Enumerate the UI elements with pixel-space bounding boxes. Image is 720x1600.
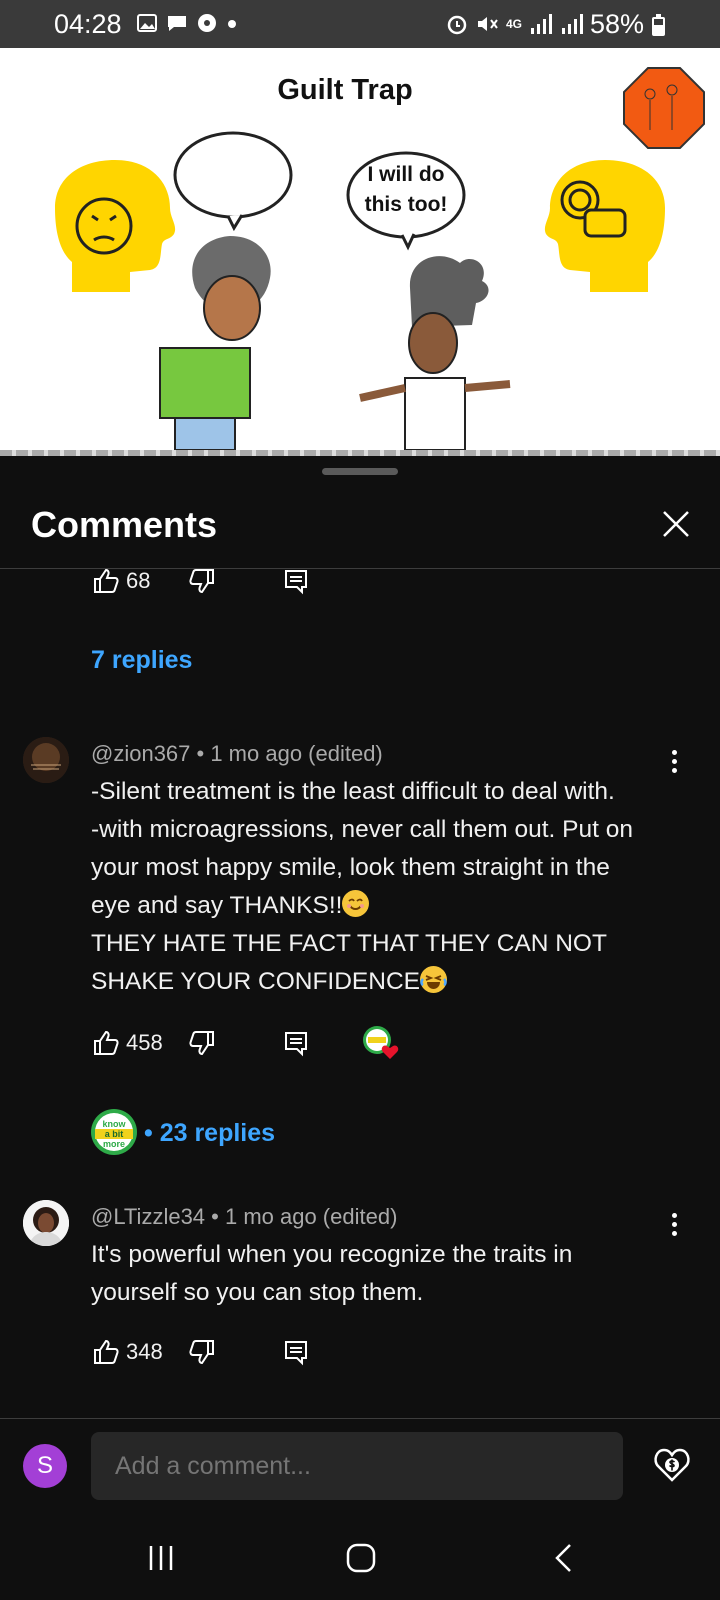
drag-handle[interactable] xyxy=(322,468,398,475)
dislike-button[interactable] xyxy=(188,1029,282,1057)
comment-actions: 68 xyxy=(92,565,362,597)
reply-icon xyxy=(285,1341,307,1366)
comment-text: It's powerful when you recognize the tra… xyxy=(91,1236,681,1312)
creator-heart-icon xyxy=(363,1026,399,1059)
comments-title: Comments xyxy=(31,504,218,545)
bubble-line-1: I will do xyxy=(367,163,445,186)
dislike-button[interactable] xyxy=(188,1338,282,1366)
reply-button[interactable] xyxy=(282,1029,362,1057)
dislike-button[interactable] xyxy=(188,567,282,595)
recent-apps-icon[interactable] xyxy=(146,1543,176,1573)
avatar-image xyxy=(23,1200,69,1246)
home-icon[interactable] xyxy=(345,1542,377,1574)
notification-icons xyxy=(136,12,238,34)
battery-icon xyxy=(652,14,665,36)
status-time: 04:28 xyxy=(54,9,122,39)
creator-avatar-logo: know a bit more xyxy=(95,1113,133,1151)
comment-text: -Silent treatment is the least difficult… xyxy=(91,773,681,1001)
bubble-line-2: this too! xyxy=(364,193,448,216)
like-count: 348 xyxy=(126,1339,163,1364)
woman-figure xyxy=(359,256,511,450)
thumbs-up-icon xyxy=(94,1030,119,1055)
battery-percent: 58% xyxy=(590,9,645,39)
dot-icon xyxy=(228,20,236,28)
avatar-image xyxy=(23,737,69,783)
smiling-emoji-icon xyxy=(342,890,370,917)
signal-icon-2 xyxy=(562,14,584,34)
thumbs-up-icon xyxy=(94,1339,119,1364)
gallery-icon xyxy=(137,14,157,32)
status-bar: 04:28 4G 58% xyxy=(0,0,720,48)
comment-meta: @zion367 • 1 mo ago (edited) xyxy=(91,741,383,766)
comment-actions: 348 xyxy=(92,1336,362,1368)
like-count: 68 xyxy=(126,568,151,593)
button-press-head-icon xyxy=(544,160,665,292)
alarm-icon xyxy=(447,15,467,35)
more-options-icon[interactable] xyxy=(666,748,682,776)
comment-meta: @LTizzle34 • 1 mo ago (edited) xyxy=(91,1204,398,1229)
reply-button[interactable] xyxy=(282,1338,362,1366)
comment-line: eye and say THANKS!! xyxy=(91,892,343,919)
badge-text: a bit xyxy=(95,1129,133,1139)
add-comment-divider xyxy=(0,1418,720,1419)
reply-icon xyxy=(285,570,307,595)
close-icon[interactable] xyxy=(656,504,696,544)
laughing-emoji-icon xyxy=(420,966,447,993)
thumbs-up-icon xyxy=(94,568,119,593)
creator-avatar[interactable]: know a bit more xyxy=(91,1109,137,1155)
mute-icon xyxy=(478,17,498,31)
creator-heart-badge xyxy=(362,1025,402,1061)
soccer-icon xyxy=(198,14,216,32)
badge-text: more xyxy=(102,1139,125,1149)
signal-icon xyxy=(531,14,553,34)
comment-line: -Silent treatment is the least difficult… xyxy=(91,778,615,805)
video-illustration xyxy=(55,67,705,450)
comment-actions: 458 xyxy=(92,1025,402,1061)
thumbs-down-icon xyxy=(189,1340,214,1365)
comment-line: -with microagressions, never call them o… xyxy=(91,816,633,843)
comment-line: SHAKE YOUR CONFIDENCE xyxy=(91,968,420,995)
badge-text: know xyxy=(102,1119,126,1129)
comment-line: THEY HATE THE FACT THAT THEY CAN NOT xyxy=(91,930,607,957)
like-count: 458 xyxy=(126,1030,163,1055)
view-replies-link[interactable]: 7 replies xyxy=(91,646,192,675)
worried-head-icon xyxy=(55,160,176,292)
view-replies-link[interactable]: • 23 replies xyxy=(144,1119,275,1148)
like-button[interactable]: 68 xyxy=(92,567,188,595)
video-player[interactable]: Guilt Trap I will do this too! xyxy=(0,48,720,450)
like-button[interactable]: 458 xyxy=(92,1029,188,1057)
super-thanks-icon[interactable] xyxy=(652,1444,692,1484)
add-comment-input[interactable] xyxy=(91,1432,623,1500)
avatar[interactable] xyxy=(23,737,69,783)
empty-speech-bubble xyxy=(173,131,293,232)
comment-line-with-emoji: SHAKE YOUR CONFIDENCE xyxy=(91,963,681,1001)
comment-line: It's powerful when you recognize the tra… xyxy=(91,1241,573,1268)
comment-line-with-emoji: eye and say THANKS!! xyxy=(91,887,681,925)
like-button[interactable]: 348 xyxy=(92,1338,188,1366)
chat-icon xyxy=(168,16,186,31)
stop-sign-logo xyxy=(623,67,705,149)
woman-bubble-text: I will do this too! xyxy=(348,160,464,220)
more-options-icon[interactable] xyxy=(666,1211,682,1239)
comment-line: yourself so you can stop them. xyxy=(91,1279,424,1306)
user-avatar[interactable]: S xyxy=(23,1444,67,1488)
avatar[interactable] xyxy=(23,1200,69,1246)
reply-button[interactable] xyxy=(282,567,362,595)
network-type: 4G xyxy=(506,17,523,31)
back-icon[interactable] xyxy=(552,1542,576,1574)
man-figure xyxy=(159,236,271,450)
system-nav-bar xyxy=(0,1516,720,1600)
system-icons: 4G xyxy=(446,12,584,36)
thumbs-down-icon xyxy=(189,569,214,594)
comment-line: your most happy smile, look them straigh… xyxy=(91,854,610,881)
thumbs-down-icon xyxy=(189,1031,214,1056)
reply-icon xyxy=(285,1032,307,1057)
